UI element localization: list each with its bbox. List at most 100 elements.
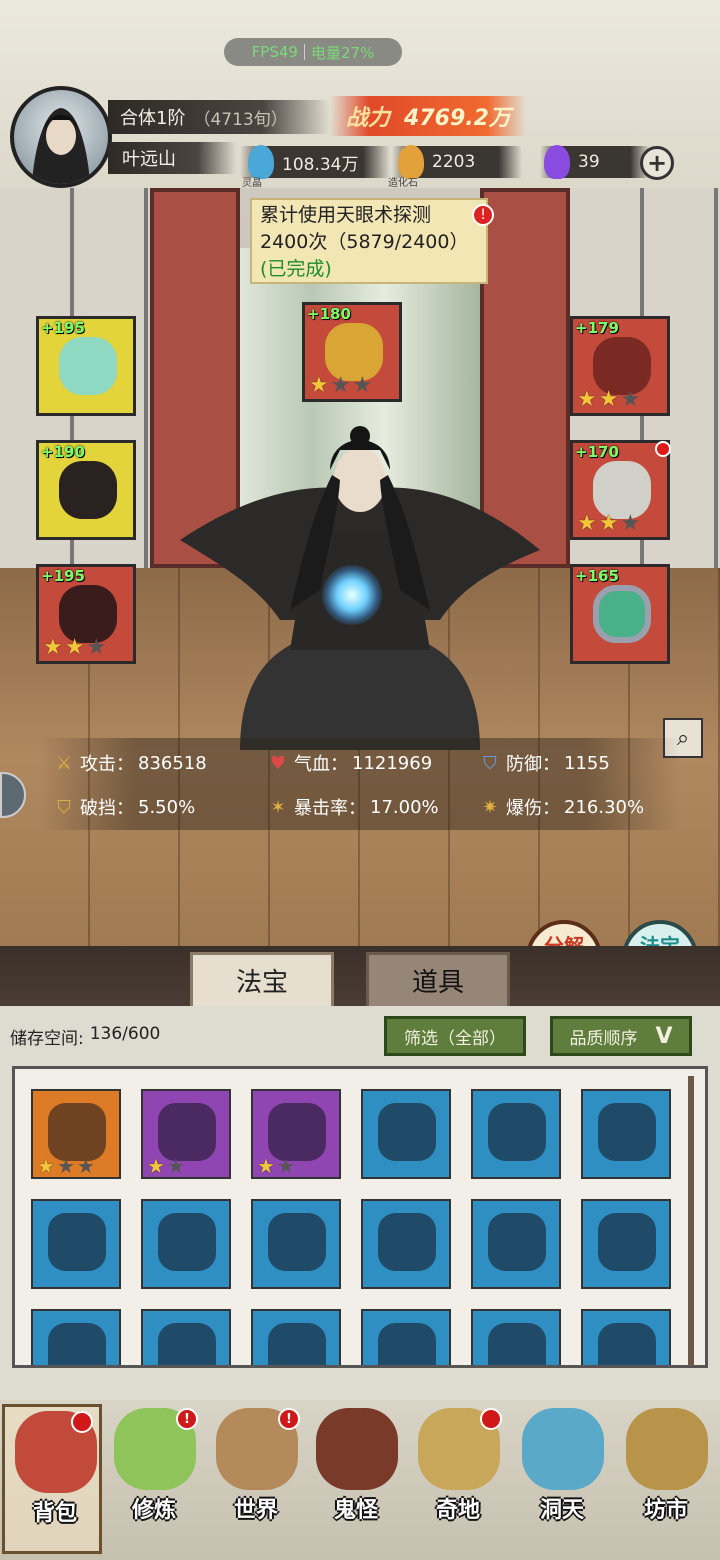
equip-slot-right-3[interactable]: +165	[570, 564, 670, 664]
inventory-item[interactable]	[141, 1309, 231, 1365]
black-robe-icon	[158, 1323, 216, 1365]
equip-bonus: +195	[41, 567, 85, 585]
quest-banner[interactable]: 累计使用天眼术探测2400次（5879/2400） (已完成) !	[250, 198, 494, 284]
star-empty-icon: ★	[166, 1154, 185, 1178]
inventory-scrollbar[interactable]	[688, 1076, 694, 1366]
player-name-text: 叶远山	[122, 149, 176, 170]
tab-bar	[0, 946, 720, 1006]
star-rating: ★ ★ ★	[43, 635, 107, 660]
equip-slot-left-3[interactable]: +195 ★ ★ ★	[36, 564, 136, 664]
resource-spirit-crystal[interactable]: 灵晶 108.34万	[240, 145, 390, 189]
market-stall-icon	[626, 1408, 708, 1490]
storage-value: 136/600	[89, 1024, 161, 1044]
inventory-item[interactable]	[471, 1309, 561, 1365]
nav-item-mystic-land[interactable]: 奇地	[408, 1404, 508, 1554]
star-filled-icon: ★	[37, 1154, 55, 1178]
break-shield-icon: ⛉	[57, 796, 71, 818]
nav-label: 奇地	[435, 1498, 480, 1523]
inventory-item[interactable]	[471, 1089, 561, 1179]
nav-label: 坊市	[643, 1498, 688, 1523]
equip-slot-right-1[interactable]: +179 ★ ★ ★	[570, 316, 670, 416]
equip-bonus: +170	[575, 443, 619, 461]
star-rating: ★ ★ ★	[577, 511, 641, 536]
inventory-item[interactable]	[471, 1199, 561, 1289]
tab-items[interactable]: 道具	[366, 952, 510, 1006]
inventory-item[interactable]	[361, 1199, 451, 1289]
rank-text: 合体1阶	[120, 108, 186, 129]
inventory-item[interactable]	[581, 1199, 671, 1289]
stat-crit-rate: ✶ 暴击率： 17.00%	[266, 794, 438, 820]
inventory-item[interactable]	[361, 1309, 451, 1365]
stat-defense: ⛉ 防御： 1155	[478, 750, 610, 776]
divider	[303, 44, 305, 60]
inventory-item[interactable]	[251, 1199, 341, 1289]
ice-bow-icon	[268, 1213, 326, 1271]
quest-alert-badge: !	[472, 204, 494, 226]
resource-creation-stone[interactable]: 造化石 2203	[388, 145, 522, 189]
ice-sword-icon	[48, 1213, 106, 1271]
equip-bonus: +179	[575, 319, 619, 337]
quest-text: 累计使用天眼术探测2400次（5879/2400）	[260, 204, 469, 253]
nav-item-ghost-egg[interactable]: 鬼怪	[306, 1404, 406, 1554]
equip-slot-left-2[interactable]: +190	[36, 440, 136, 540]
cave-heaven-icon	[522, 1408, 604, 1490]
add-resource-button[interactable]: +	[640, 146, 674, 180]
inventory-item[interactable]	[31, 1199, 121, 1289]
nav-item-cave-heaven[interactable]: 洞天	[512, 1404, 612, 1554]
inventory-item[interactable]	[581, 1309, 671, 1365]
equip-bonus: +195	[41, 319, 85, 337]
saw-blade-icon	[598, 1103, 656, 1161]
sort-dropdown[interactable]: 品质顺序 V	[550, 1016, 692, 1056]
demon-helm-icon	[378, 1323, 436, 1365]
equip-slot-right-2[interactable]: +170 ★ ★ ★	[570, 440, 671, 540]
filter-label: 筛选（全部）	[404, 1028, 506, 1049]
avatar-portrait-icon	[32, 108, 90, 184]
nav-item-market-stall[interactable]: 坊市	[616, 1404, 716, 1554]
inventory-item[interactable]	[141, 1199, 231, 1289]
inventory-item[interactable]	[31, 1309, 121, 1365]
nav-label: 世界	[233, 1498, 278, 1523]
star-rating: ★ ★ ★	[577, 387, 641, 412]
equip-slot-left-1[interactable]: +195	[36, 316, 136, 416]
stat-value: 836518	[138, 752, 207, 774]
nav-item-world-scroll[interactable]: 世界!	[206, 1404, 306, 1554]
avatar[interactable]	[10, 86, 112, 188]
stat-value: 216.30%	[564, 796, 645, 818]
golden-cloud-icon	[48, 1103, 106, 1161]
fps-text: FPS49	[251, 43, 298, 61]
star-rating: ★ ★	[147, 1155, 185, 1177]
inventory-item[interactable]: ★ ★	[251, 1089, 341, 1179]
inventory-item[interactable]	[581, 1089, 671, 1179]
filter-button[interactable]: 筛选（全部）	[384, 1016, 526, 1056]
stat-label: 攻击：	[80, 754, 134, 775]
nav-label: 洞天	[539, 1498, 584, 1523]
player-name: 叶远山	[108, 142, 236, 174]
ice-bow-icon	[378, 1213, 436, 1271]
dark-coat-icon	[598, 1323, 656, 1365]
stat-value: 1121969	[352, 752, 433, 774]
inventory-item[interactable]	[251, 1309, 341, 1365]
ice-sword-icon	[158, 1213, 216, 1271]
inventory-item[interactable]: ★ ★ ★	[31, 1089, 121, 1179]
golden-lotus-icon	[598, 1213, 656, 1271]
white-armor-icon	[268, 1323, 326, 1365]
quest-status: (已完成)	[260, 258, 332, 280]
equip-bonus: +165	[575, 567, 619, 585]
dark-dagger-icon	[488, 1103, 546, 1161]
resource-purple-flame[interactable]: 39	[540, 145, 650, 179]
star-filled-icon: ★	[147, 1154, 165, 1178]
inventory-grid: ★ ★ ★ ★ ★ ★ ★	[12, 1066, 708, 1368]
inventory-item[interactable]: ★ ★	[141, 1089, 231, 1179]
stat-value: 1155	[564, 752, 610, 774]
jade-mirror-icon	[59, 337, 117, 395]
equip-slot-center[interactable]: +180 ★ ★ ★	[302, 302, 402, 402]
tab-treasure[interactable]: 法宝	[190, 952, 334, 1006]
dark-boots-icon	[158, 1103, 216, 1161]
demon-helm-icon	[488, 1323, 546, 1365]
nav-item-backpack[interactable]: 背包	[2, 1404, 102, 1554]
inventory-item[interactable]	[361, 1089, 451, 1179]
star-rating: ★ ★ ★	[309, 373, 373, 398]
nav-item-cultivate-lotus[interactable]: 修炼!	[104, 1404, 204, 1554]
storage-capacity: 储存空间: 136/600	[10, 1024, 160, 1049]
stat-hp: ♥ 气血： 1121969	[266, 750, 432, 776]
